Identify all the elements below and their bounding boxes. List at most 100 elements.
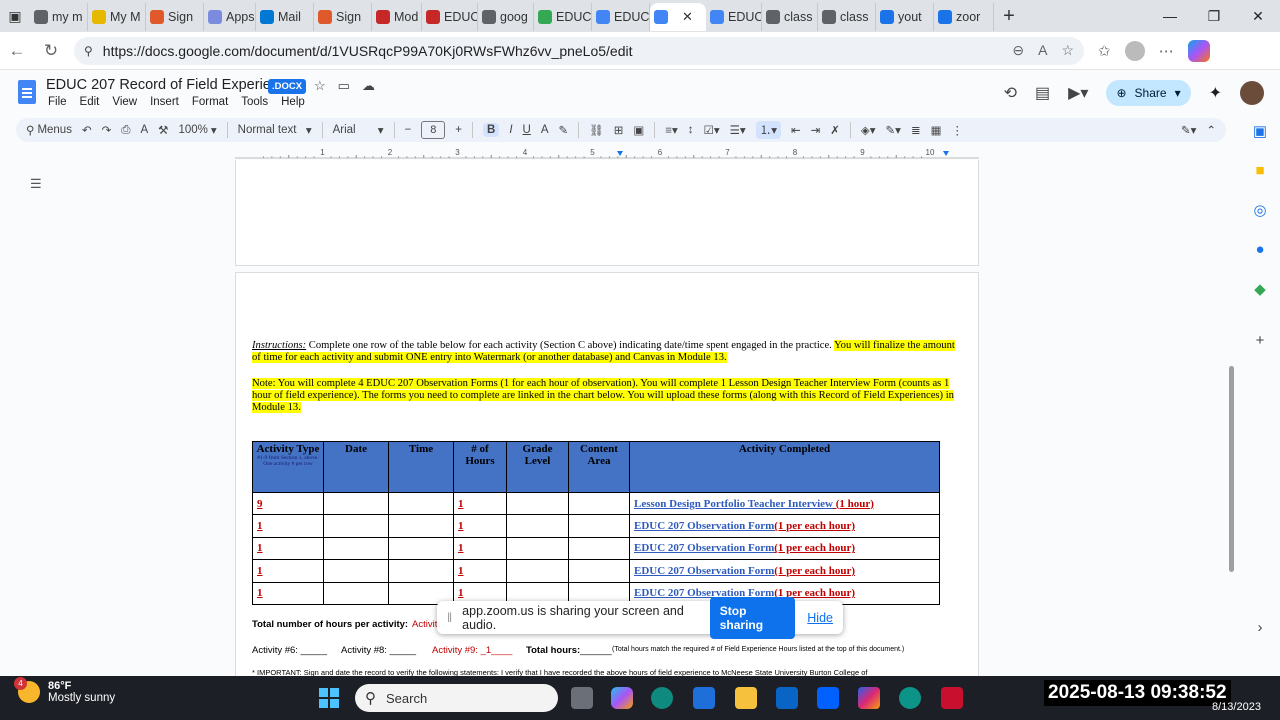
cell-content[interactable] <box>568 491 630 516</box>
tab-2[interactable]: Sign <box>146 3 204 31</box>
cell-activity-completed[interactable]: EDUC 207 Observation Form(1 per each hou… <box>629 536 940 561</box>
cell-activity-type[interactable]: 1 <box>252 581 324 605</box>
menu-view[interactable]: View <box>112 96 137 108</box>
minimize-icon[interactable]: — <box>1148 8 1192 25</box>
maps-icon[interactable]: ◆ <box>1254 280 1266 298</box>
close-tab-icon[interactable]: ✕ <box>682 9 693 25</box>
numbered-list-icon[interactable]: ⒈▾ <box>755 121 781 139</box>
zoom-select[interactable]: 100% ▾ <box>178 123 216 137</box>
reload-icon[interactable]: ↻ <box>34 41 68 61</box>
microsoft-365-icon[interactable] <box>858 687 880 709</box>
tab-3[interactable]: Apps <box>204 3 256 31</box>
tab-14[interactable]: class <box>818 3 876 31</box>
style-select[interactable]: Normal text ▾ <box>238 123 312 137</box>
image-icon[interactable]: ▣ <box>633 123 644 137</box>
copilot-icon[interactable] <box>1187 39 1210 62</box>
line-spacing-icon[interactable]: ↕ <box>688 124 694 136</box>
tab-11[interactable]: ✕ <box>650 3 706 31</box>
header-grade[interactable]: Grade Level <box>506 441 569 493</box>
right-indent-marker[interactable] <box>943 151 949 156</box>
edge-browser-icon[interactable] <box>651 687 673 709</box>
copilot-app-icon[interactable] <box>611 687 633 709</box>
document-title[interactable]: EDUC 207 Record of Field Experience <box>46 77 294 93</box>
store-icon[interactable] <box>693 687 715 709</box>
tab-1[interactable]: My M <box>88 3 146 31</box>
tab-4[interactable]: Mail <box>256 3 314 31</box>
cell-date[interactable] <box>323 559 389 583</box>
menus-search[interactable]: ⚲ Menus <box>26 123 72 137</box>
site-info-icon[interactable]: ⚲ <box>84 44 93 58</box>
favorite-star-icon[interactable]: ☆ <box>1061 42 1074 59</box>
cell-hours[interactable]: 1 <box>453 514 507 538</box>
url-field[interactable]: ⚲ https://docs.google.com/document/d/1VU… <box>74 36 1084 65</box>
header-hours[interactable]: # of Hours <box>453 441 507 493</box>
new-tab-button[interactable]: + <box>994 5 1024 28</box>
menu-format[interactable]: Format <box>192 96 228 108</box>
cell-content[interactable] <box>568 514 630 538</box>
edge-profile-icon[interactable] <box>899 687 921 709</box>
totals-activity-8[interactable]: Activity #8: _____ <box>341 645 416 656</box>
system-date[interactable]: 8/13/2023 <box>1212 701 1261 713</box>
cell-activity-type[interactable]: 9 <box>252 491 324 516</box>
header-completed[interactable]: Activity Completed <box>629 441 940 493</box>
fill-color-icon[interactable]: ◈▾ <box>861 123 876 137</box>
hide-banner-link[interactable]: Hide <box>807 611 833 625</box>
file-explorer-icon[interactable] <box>735 687 757 709</box>
cell-date[interactable] <box>323 491 389 516</box>
cell-time[interactable] <box>388 491 454 516</box>
restore-icon[interactable]: ❐ <box>1192 8 1236 25</box>
menu-help[interactable]: Help <box>281 96 305 108</box>
redo-icon[interactable]: ↷ <box>102 123 112 137</box>
meet-icon[interactable]: ▶▾ <box>1068 83 1088 103</box>
totals-activity-9[interactable]: Activity #9: _1____ <box>432 645 512 656</box>
cell-activity-type[interactable]: 1 <box>252 559 324 583</box>
checklist-icon[interactable]: ☑▾ <box>704 123 720 137</box>
gemini-icon[interactable]: ✦ <box>1209 83 1222 103</box>
zoom-icon[interactable]: ⊖ <box>1012 42 1024 59</box>
font-select[interactable]: Arial ▾ <box>333 123 384 137</box>
menu-edit[interactable]: Edit <box>80 96 100 108</box>
vertical-scrollbar[interactable] <box>1229 366 1234 572</box>
font-size-input[interactable]: 8 <box>421 121 446 139</box>
profile-avatar[interactable] <box>1124 40 1145 61</box>
header-date[interactable]: Date <box>323 441 389 493</box>
cell-time[interactable] <box>388 514 454 538</box>
tab-0[interactable]: my m <box>30 3 88 31</box>
cell-date[interactable] <box>323 514 389 538</box>
clear-formatting-icon[interactable]: ✗ <box>830 123 840 137</box>
keep-icon[interactable]: ■ <box>1255 162 1264 179</box>
increase-font-icon[interactable]: + <box>455 124 462 136</box>
italic-icon[interactable]: I <box>509 124 512 136</box>
outlook-icon[interactable] <box>776 687 798 709</box>
indent-marker[interactable] <box>617 151 623 156</box>
mcafee-icon[interactable] <box>941 687 963 709</box>
link-icon[interactable]: ⛓ <box>589 123 604 137</box>
menu-file[interactable]: File <box>48 96 67 108</box>
tab-actions-icon[interactable]: ▣ <box>0 0 30 32</box>
cell-grade[interactable] <box>506 536 569 561</box>
stop-sharing-button[interactable]: Stop sharing <box>709 596 796 639</box>
cell-date[interactable] <box>323 581 389 605</box>
print-icon[interactable]: ⎙ <box>121 124 130 137</box>
cell-activity-type[interactable]: 1 <box>252 536 324 561</box>
read-aloud-icon[interactable]: A <box>1038 42 1047 59</box>
windows-start-icon[interactable] <box>318 687 340 709</box>
align-icon[interactable]: ≡▾ <box>665 123 677 137</box>
favorites-icon[interactable]: ✩ <box>1098 42 1111 60</box>
border-dash-icon[interactable]: ▦ <box>931 123 942 137</box>
header-activity-type[interactable]: Activity Type #1-9 from Section 1, above.… <box>252 441 324 493</box>
cloud-status-icon[interactable]: ☁ <box>362 78 375 94</box>
cell-activity-type[interactable]: 1 <box>252 514 324 538</box>
document-outline-icon[interactable]: ☰ <box>30 176 50 192</box>
docs-logo-icon[interactable] <box>18 80 36 104</box>
spellcheck-icon[interactable]: A <box>140 124 148 136</box>
tab-13[interactable]: class <box>762 3 818 31</box>
total-hours-label[interactable]: Total hours: <box>526 645 580 656</box>
cell-activity-completed[interactable]: EDUC 207 Observation Form(1 per each hou… <box>629 559 940 583</box>
tab-10[interactable]: EDUC <box>592 3 650 31</box>
tab-12[interactable]: EDUC <box>706 3 762 31</box>
tab-7[interactable]: EDUC <box>422 3 478 31</box>
instructions-paragraph[interactable]: Instructions: Complete one row of the ta… <box>252 340 964 364</box>
chevron-down-icon[interactable]: ▾ <box>1175 86 1181 100</box>
border-color-icon[interactable]: ✎▾ <box>886 123 901 137</box>
